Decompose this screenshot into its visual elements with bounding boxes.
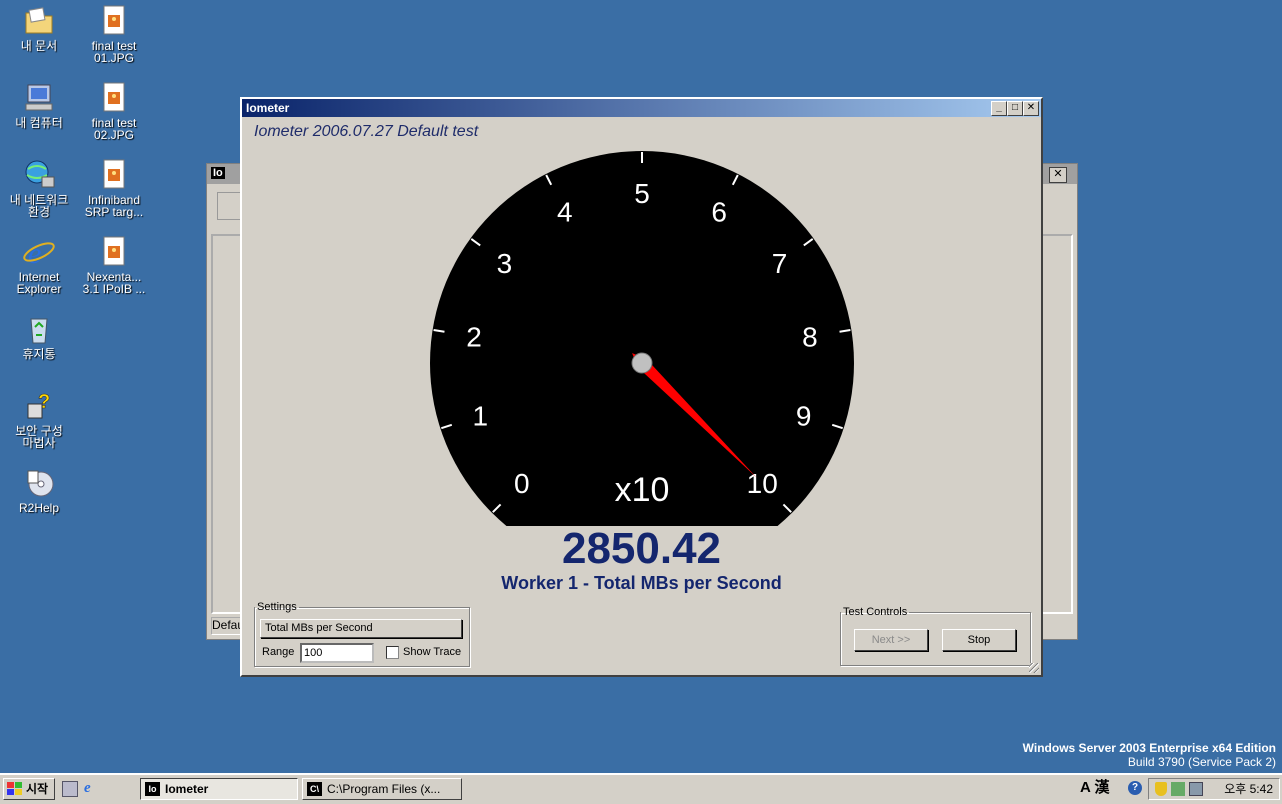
taskbar-item-cmd[interactable]: C\ C:\Program Files (x... — [302, 778, 462, 800]
gauge-scale-label: 6 — [711, 197, 727, 228]
gauge-scale-label: 4 — [557, 197, 573, 228]
metric-select-button[interactable]: Total MBs per Second — [260, 619, 462, 638]
computer-icon — [22, 82, 56, 114]
ime-indicator[interactable]: A 漢 — [1080, 778, 1109, 798]
window-title: Iometer — [246, 101, 290, 115]
image-file-icon — [97, 236, 131, 268]
taskbar-item-label: C:\Program Files (x... — [327, 782, 441, 796]
system-tray: 오후 5:42 — [1148, 778, 1280, 800]
desktop-icon-my-documents[interactable]: 내 문서 — [1, 5, 77, 52]
gauge-scale-label: 3 — [497, 248, 513, 279]
desktop-icon-internet-explorer[interactable]: e Internet Explorer — [1, 236, 77, 295]
console-icon: C\ — [307, 782, 322, 796]
connection-tray-icon[interactable] — [1189, 782, 1203, 796]
desktop-icon-my-computer[interactable]: 내 컴퓨터 — [1, 82, 77, 129]
shield-icon[interactable] — [1155, 782, 1167, 796]
settings-legend: Settings — [257, 601, 297, 613]
resize-grip[interactable] — [1029, 663, 1039, 673]
image-file-icon — [97, 5, 131, 37]
desktop-icon-recycle-bin[interactable]: 휴지통 — [1, 313, 77, 360]
gauge-scale-label: 2 — [466, 321, 482, 352]
test-heading: Iometer 2006.07.27 Default test — [254, 123, 479, 140]
network-icon — [22, 159, 56, 191]
desktop-icon-infiniband-srp[interactable]: Infiniband SRP targ... — [76, 159, 152, 218]
gauge-hub — [631, 352, 653, 374]
folder-icon — [22, 5, 56, 37]
iometer-logo-icon: Io — [211, 167, 225, 179]
svg-text:?: ? — [38, 391, 50, 413]
clock[interactable]: 오후 5:42 — [1224, 779, 1273, 799]
maximize-icon[interactable]: □ — [1007, 101, 1023, 116]
test-controls-legend: Test Controls — [843, 606, 908, 618]
stop-button[interactable]: Stop — [942, 629, 1016, 651]
readout-label: Worker 1 - Total MBs per Second — [501, 573, 782, 593]
desktop-icon-nexenta[interactable]: Nexenta... 3.1 IPoIB ... — [76, 236, 152, 295]
desktop-icon-my-network[interactable]: 내 네트워크 환경 — [1, 159, 77, 218]
iometer-icon: Io — [145, 782, 160, 796]
security-wizard-icon: ? — [22, 390, 56, 422]
start-label: 시작 — [26, 782, 49, 796]
range-label: Range — [262, 646, 295, 658]
recycle-bin-icon — [22, 313, 56, 345]
gauge-scale-label: 0 — [514, 468, 530, 499]
help-cd-icon — [22, 467, 56, 499]
os-build-text: Build 3790 (Service Pack 2) — [1127, 755, 1276, 769]
ie-icon: e — [22, 236, 56, 270]
network-tray-icon[interactable] — [1171, 782, 1185, 796]
close-icon[interactable]: ✕ — [1023, 101, 1039, 116]
speedometer-gauge: 0 1 2 3 4 5 6 7 8 9 10 x10 — [430, 151, 854, 526]
gauge-scale-label: 5 — [634, 178, 650, 209]
minimize-icon[interactable]: _ — [991, 101, 1007, 116]
desktop-icon-r2help[interactable]: R2Help — [1, 467, 77, 514]
start-button[interactable]: 시작 — [3, 778, 55, 800]
desktop-icon-final-test-01[interactable]: final test 01.JPG — [76, 5, 152, 64]
ie-quicklaunch-icon[interactable]: e — [84, 780, 100, 796]
readout-value: 2850.42 — [561, 524, 722, 573]
show-desktop-icon[interactable] — [62, 781, 78, 797]
next-button[interactable]: Next >> — [854, 629, 928, 651]
gauge-scale-label: 9 — [796, 401, 812, 432]
gauge-scale-label: 8 — [802, 321, 818, 352]
image-file-icon — [97, 159, 131, 191]
os-edition-text: Windows Server 2003 Enterprise x64 Editi… — [1022, 741, 1276, 755]
svg-text:e: e — [28, 237, 41, 268]
iometer-meter-window[interactable]: Iometer _ □ ✕ Iometer 2006.07.27 Default… — [240, 97, 1043, 677]
desktop-icon-final-test-02[interactable]: final test 02.JPG — [76, 82, 152, 141]
image-file-icon — [97, 82, 131, 114]
range-input[interactable] — [300, 643, 374, 663]
gauge-scale-label: 7 — [772, 248, 788, 279]
taskbar: 시작 e Io Iometer C\ C:\Program Files (x..… — [0, 773, 1282, 804]
gauge-multiplier-label: x10 — [615, 471, 670, 509]
taskbar-item-label: Iometer — [165, 782, 209, 796]
show-trace-checkbox[interactable] — [386, 646, 399, 659]
show-trace-label: Show Trace — [403, 646, 462, 658]
gauge-scale-label: 10 — [747, 468, 778, 499]
taskbar-item-iometer[interactable]: Io Iometer — [140, 778, 298, 800]
gauge-scale-label: 1 — [473, 401, 489, 432]
desktop-icon-security-wizard[interactable]: ? 보안 구성 마법사 — [1, 390, 77, 449]
close-icon[interactable]: ✕ — [1049, 167, 1067, 183]
window-titlebar[interactable]: Iometer _ □ ✕ — [242, 99, 1041, 117]
help-icon[interactable]: ? — [1128, 781, 1142, 795]
windows-flag-icon — [7, 782, 22, 795]
